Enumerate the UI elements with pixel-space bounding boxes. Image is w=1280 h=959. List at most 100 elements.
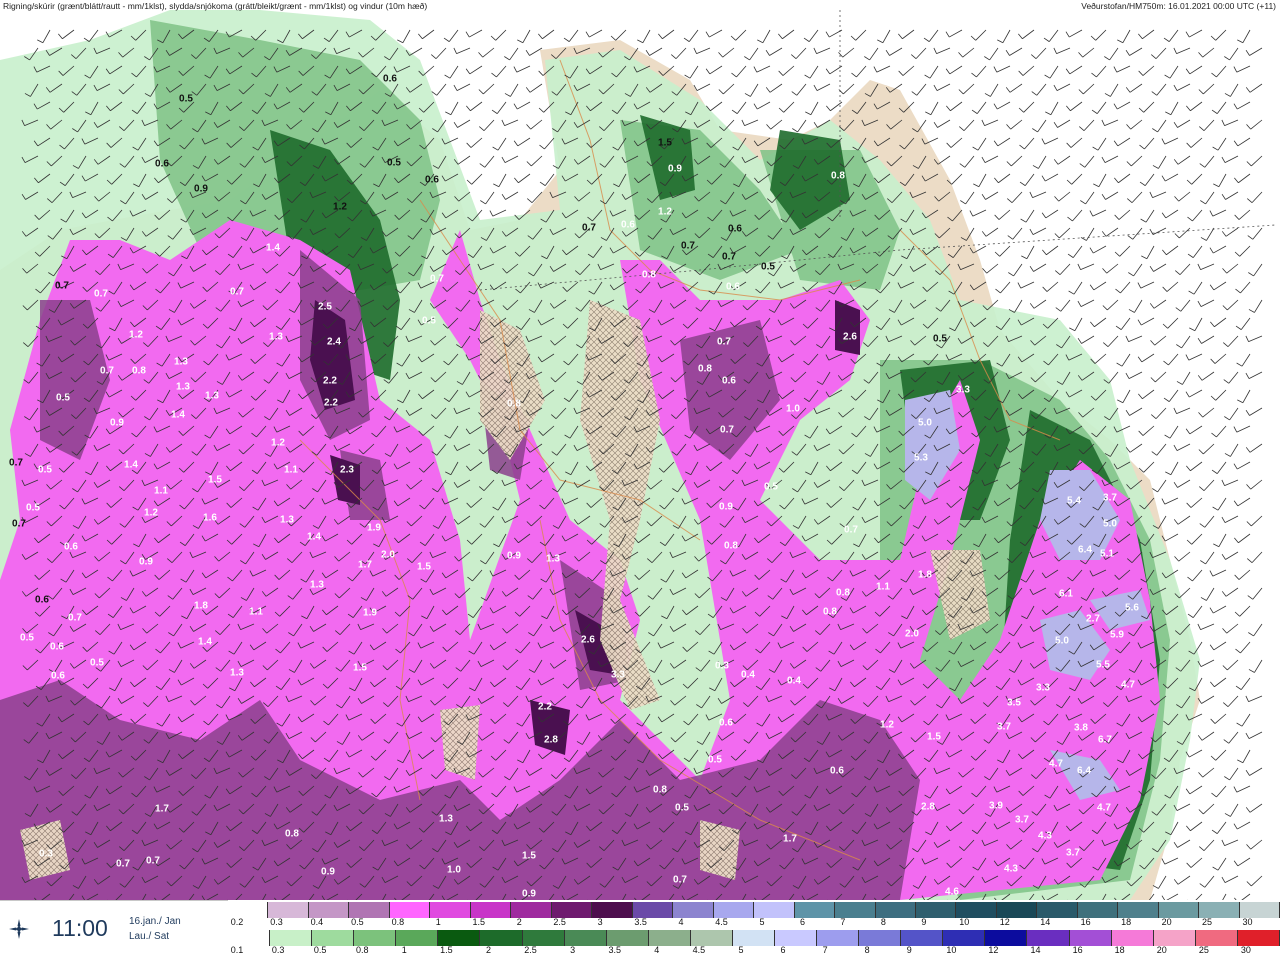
legend-snow-swatch	[915, 902, 957, 918]
precip-value-label: 2.0	[905, 628, 919, 640]
legend-snow-label: 2	[516, 917, 522, 927]
legend-rain-label: 3.5	[608, 945, 621, 955]
precip-value-label: 0.8	[642, 269, 656, 281]
precip-value-label: 1.3	[205, 390, 219, 402]
precip-value-label: 1.5	[927, 731, 941, 743]
precip-value-label: 1.2	[144, 507, 158, 519]
legend-rain-label: 1.5	[440, 945, 453, 955]
precip-value-label: 1.2	[658, 206, 672, 218]
precip-value-label: 0.8	[132, 365, 146, 377]
precip-value-label: 0.9	[139, 556, 153, 568]
legend-snow-label: 16	[1080, 917, 1091, 927]
legend-snow-swatch	[754, 902, 795, 918]
precip-value-label: 3.9	[989, 800, 1003, 812]
legend-snow-swatch	[430, 902, 471, 918]
precip-value-label: 5.9	[1110, 629, 1124, 641]
precip-value-label: 0.5	[179, 93, 193, 105]
legend-snow-label: 30	[1242, 917, 1253, 927]
precip-value-label: 0.7	[430, 273, 444, 285]
legend-snow-swatch	[1077, 902, 1119, 918]
precip-value-label: 0.8	[831, 170, 845, 182]
precip-value-label: 0.8	[698, 363, 712, 375]
precip-value-label: 0.7	[55, 280, 69, 292]
precip-value-label: 2.3	[340, 464, 354, 476]
legend-rain-swatch	[270, 930, 313, 946]
precip-value-label: 4.7	[1097, 802, 1111, 814]
legend-snow-label: 9	[921, 917, 927, 927]
precip-value-label: 0.8	[653, 784, 667, 796]
legend-rain-swatch	[817, 930, 860, 946]
legend-rain-swatch	[985, 930, 1028, 946]
legend-snow-label: 12	[999, 917, 1010, 927]
legend-snow-label: 0.2	[230, 917, 244, 927]
precip-value-label: 0.4	[787, 675, 801, 687]
precip-value-label: 0.6	[719, 717, 733, 729]
legend-rain-swatch	[438, 930, 481, 946]
legend-rain-swatch	[943, 930, 986, 946]
legend-rain-label: 6	[780, 945, 786, 955]
precip-value-label: 0.9	[719, 501, 733, 513]
precip-value-label: 3.7	[1066, 847, 1080, 859]
legend-rain-swatch	[859, 930, 902, 946]
precip-value-label: 1.8	[194, 600, 208, 612]
map-header: Rigning/skúrir (grænt/blátt/rautt - mm/1…	[0, 0, 1280, 12]
precip-value-label: 0.6	[155, 158, 169, 170]
legend-rain-swatch	[648, 930, 691, 946]
forecast-time: 11:00	[52, 915, 108, 941]
legend-rain-swatch	[1195, 930, 1238, 946]
precip-value-label: 0.5	[675, 802, 689, 814]
precip-value-label: 0.4	[741, 669, 755, 681]
precip-value-label: 1.5	[417, 561, 431, 573]
precip-value-label: 0.5	[20, 632, 34, 644]
legend-snow-label: 0.3	[270, 917, 283, 927]
legend-rain-label: 0.5	[313, 945, 327, 955]
precip-value-label: 2.6	[843, 331, 857, 343]
legend-rain-label: 30	[1240, 945, 1251, 955]
precip-value-label: 0.9	[194, 183, 208, 195]
precip-value-label: 0.7	[12, 518, 26, 530]
legend-snow-swatch	[389, 902, 431, 918]
legend-rain-swatch	[1237, 930, 1280, 946]
legend-rain-label: 10	[946, 945, 957, 955]
precip-value-label: 2.6	[581, 634, 595, 646]
precipitation-map[interactable]	[0, 0, 1280, 958]
legend-rain-label: 0.8	[355, 945, 369, 955]
legend-snow-swatch	[551, 902, 593, 918]
precip-value-label: 0.5	[90, 657, 104, 669]
legend-snow-label: 0.8	[391, 917, 405, 927]
precip-value-label: 0.9	[668, 163, 682, 175]
precip-value-label: 2.8	[544, 734, 558, 746]
legend-rain-scale	[228, 930, 1280, 946]
legend-snow-label: 1.5	[472, 917, 486, 927]
precip-value-label: 1.1	[154, 485, 168, 497]
map-title: Rigning/skúrir (grænt/blátt/rautt - mm/1…	[3, 1, 428, 11]
precip-value-label: 0.7	[230, 286, 244, 298]
precip-value-label: 1.4	[124, 459, 138, 471]
precip-value-label: 0.5	[38, 464, 52, 476]
precip-value-label: 0.7	[68, 612, 82, 624]
precip-value-label: 0.5	[761, 261, 775, 273]
precip-value-label: 0.7	[94, 288, 108, 300]
forecast-weekday: Lau./ Sat	[129, 931, 170, 942]
legend-rain-label: 4	[654, 945, 660, 955]
precip-value-label: 3.7	[1103, 492, 1117, 504]
legend-rain-label: 16	[1072, 945, 1083, 955]
legend-rain-swatch	[1111, 930, 1154, 946]
precip-value-label: 1.4	[266, 242, 280, 254]
precip-value-label: 1.3	[269, 331, 283, 343]
precip-value-label: 4.7	[1049, 758, 1063, 770]
precip-value-label: 0.3	[715, 660, 729, 672]
legend-rain-swatch	[312, 930, 355, 946]
legend-snow-swatch	[673, 902, 714, 918]
precip-value-label: 0.6	[50, 641, 64, 653]
precip-value-label: 5.6	[1125, 602, 1139, 614]
precip-value-label: 0.7	[116, 858, 130, 870]
precip-value-label: 0.7	[582, 222, 596, 234]
time-box: 11:00 16.jan./ Jan Lau./ Sat	[0, 900, 228, 959]
precip-value-label: 0.7	[720, 424, 734, 436]
precip-value-label: 6.7	[1098, 734, 1112, 746]
precip-value-label: 0.5	[764, 481, 778, 493]
precip-value-label: 3.3	[611, 669, 625, 681]
precip-value-label: 0.9	[507, 550, 521, 562]
precip-value-label: 0.6	[728, 223, 742, 235]
